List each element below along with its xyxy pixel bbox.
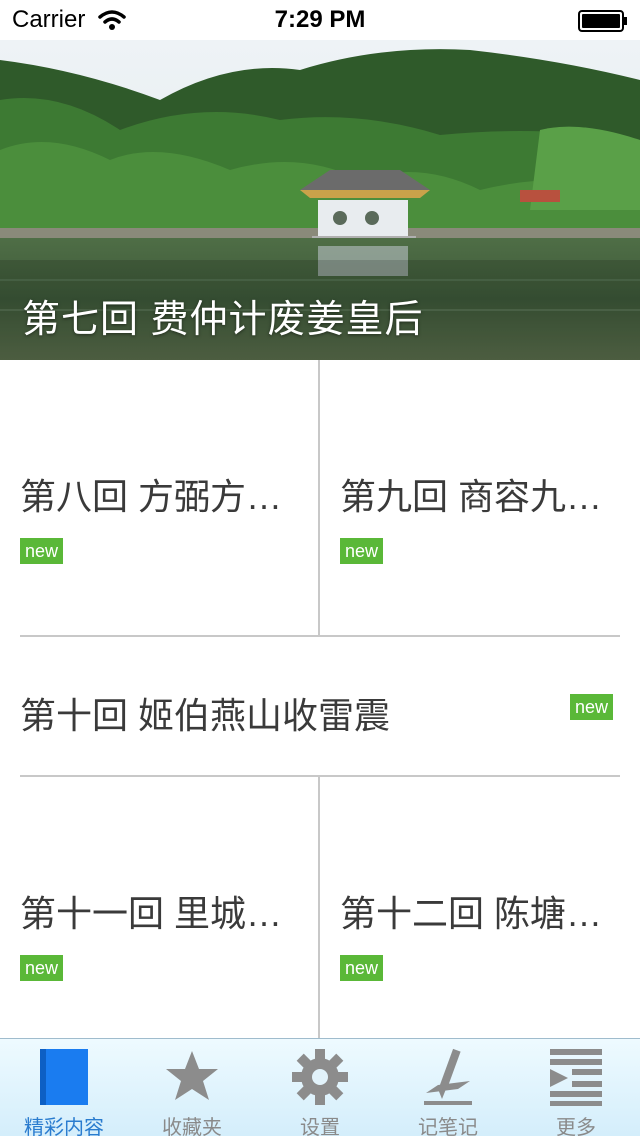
star-icon	[166, 1051, 218, 1100]
tab-more[interactable]: 更多	[512, 1039, 640, 1136]
tab-featured[interactable]: 精彩内容	[0, 1039, 128, 1136]
battery-icon	[578, 10, 627, 32]
list-item[interactable]: 第十二回 陈塘… new	[320, 777, 640, 1037]
tab-settings[interactable]: 设置	[256, 1039, 384, 1136]
tab-label: 更多	[556, 1117, 596, 1136]
status-bar: Carrier 7:29 PM	[0, 0, 640, 40]
more-menu-icon	[550, 1049, 602, 1106]
new-badge: new	[570, 694, 614, 720]
pen-icon	[424, 1048, 472, 1105]
tab-bar: 精彩内容 收藏夹 设置 记笔记 更多	[0, 1038, 640, 1136]
chapter-title: 第九回 商容九…	[340, 476, 603, 517]
hero-title: 第七回 费仲计废姜皇后	[22, 299, 424, 341]
column-divider	[318, 360, 320, 636]
chapter-title: 第十二回 陈塘…	[340, 893, 603, 934]
book-icon	[40, 1049, 88, 1105]
tab-label: 收藏夹	[162, 1117, 222, 1136]
new-badge: new	[20, 955, 64, 981]
chapter-title: 第十回 姬伯燕山收雷震	[20, 695, 391, 736]
column-divider	[318, 777, 320, 1038]
tab-favorites[interactable]: 收藏夹	[128, 1039, 256, 1136]
hero-banner[interactable]: 第七回 费仲计废姜皇后	[0, 40, 640, 360]
new-badge: new	[340, 955, 384, 981]
tab-label: 精彩内容	[24, 1117, 104, 1136]
list-item[interactable]: 第十回 姬伯燕山收雷震 new	[0, 637, 640, 775]
chapter-title: 第八回 方弼方…	[20, 476, 283, 517]
tab-label: 设置	[300, 1117, 340, 1136]
list-item[interactable]: 第九回 商容九… new	[320, 360, 640, 636]
chapter-title: 第十一回 里城…	[20, 893, 283, 934]
new-badge: new	[20, 538, 64, 564]
tab-label: 记笔记	[418, 1117, 478, 1136]
status-time: 7:29 PM	[274, 6, 366, 33]
list-item[interactable]: 第八回 方弼方… new	[0, 360, 318, 636]
list-item[interactable]: 第十一回 里城… new	[0, 777, 318, 1037]
tab-notes[interactable]: 记笔记	[384, 1039, 512, 1136]
new-badge: new	[340, 538, 384, 564]
gear-icon	[292, 1049, 348, 1105]
